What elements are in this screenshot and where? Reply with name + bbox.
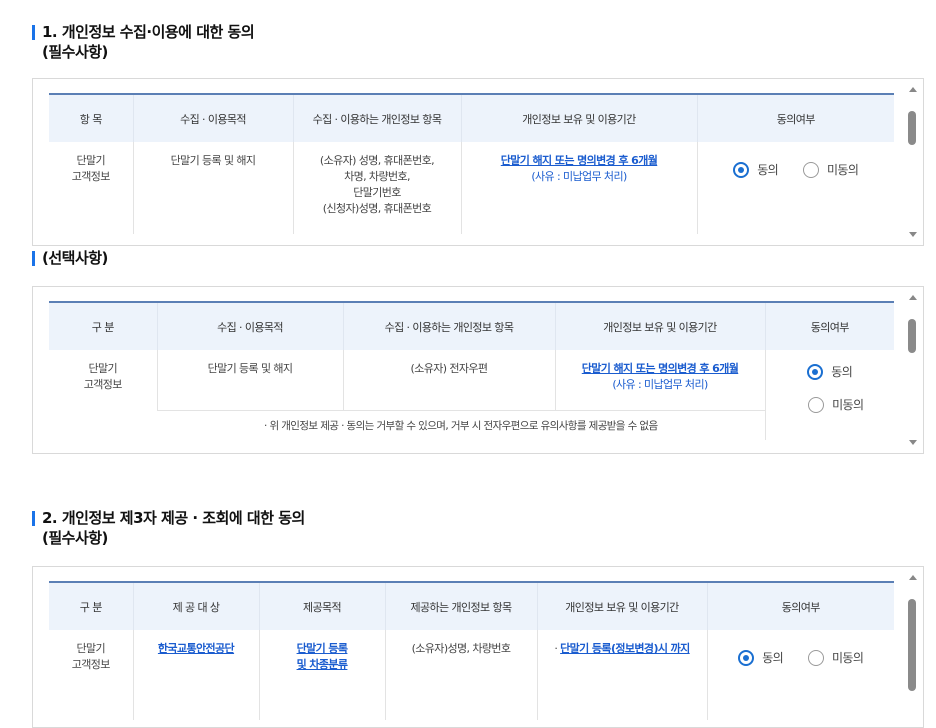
optional-title: (선택사항) xyxy=(32,248,108,268)
agree-label: 동의 xyxy=(762,651,784,665)
optional-table-box[interactable]: 구 분 수집 · 이용목적 수집 · 이용하는 개인정보 항목 개인정보 보유 … xyxy=(32,286,924,454)
category-line1: 단말기 xyxy=(76,642,106,655)
agree-label: 동의 xyxy=(831,365,853,379)
radio-checked-icon xyxy=(807,364,824,380)
category-line1: 단말기 xyxy=(76,154,106,167)
retention-link[interactable]: 단말기 해지 또는 명의변경 후 6개월 xyxy=(463,153,696,169)
section1-table-box[interactable]: 항 목 수집 · 이용목적 수집 · 이용하는 개인정보 항목 개인정보 보유 … xyxy=(32,78,924,246)
header-provided-items: 제공하는 개인정보 항목 xyxy=(384,581,537,630)
agree-radio[interactable]: 동의 xyxy=(733,162,779,178)
purpose-cell: 단말기 등록 및 차종분류 xyxy=(258,630,385,720)
header-retention: 개인정보 보유 및 이용기간 xyxy=(536,581,707,630)
disagree-radio[interactable]: 미동의 xyxy=(802,162,859,178)
agree-radio[interactable]: 동의 xyxy=(738,650,784,666)
optional-notice: · 위 개인정보 제공 · 동의는 거부할 수 있으며, 거부 시 전자우편으로… xyxy=(157,409,765,440)
items-line: (소유자) 성명, 휴대폰번호, xyxy=(319,154,435,167)
section2-title: 2. 개인정보 제3자 제공 · 조회에 대한 동의 (필수사항) xyxy=(32,508,305,548)
header-category: 구 분 xyxy=(49,581,133,630)
items-cell: (소유자) 전자우편 xyxy=(342,350,555,410)
section1-scrollbar[interactable] xyxy=(903,79,923,245)
header-item: 항 목 xyxy=(49,93,133,142)
section2-scrollbar[interactable] xyxy=(903,567,923,727)
recipient-link[interactable]: 한국교통안전공단 xyxy=(158,642,235,655)
retention-cell: 단말기 해지 또는 명의변경 후 6개월 (사유 : 미납업무 처리) xyxy=(554,350,765,410)
items-cell: (소유자) 성명, 휴대폰번호, 차명, 차량번호, 단말기번호 (신청자)성명… xyxy=(292,142,461,234)
title-accent-bar xyxy=(32,511,35,526)
section1-table: 항 목 수집 · 이용목적 수집 · 이용하는 개인정보 항목 개인정보 보유 … xyxy=(49,93,894,234)
section1-required-label: (필수사항) xyxy=(42,43,108,61)
header-purpose: 수집 · 이용목적 xyxy=(156,301,343,350)
title-accent-bar xyxy=(32,251,35,266)
scroll-down-icon[interactable] xyxy=(909,232,917,237)
retention-note: (사유 : 미납업무 처리) xyxy=(612,378,708,391)
section2-table-box[interactable]: 구 분 제 공 대 상 제공목적 제공하는 개인정보 항목 개인정보 보유 및 … xyxy=(32,566,924,728)
header-consent: 동의여부 xyxy=(706,581,894,630)
category-cell: 단말기 고객정보 xyxy=(49,350,157,440)
section1-title: 1. 개인정보 수집·이용에 대한 동의 (필수사항) xyxy=(32,22,255,62)
section2-table: 구 분 제 공 대 상 제공목적 제공하는 개인정보 항목 개인정보 보유 및 … xyxy=(49,581,894,720)
radio-unchecked-icon xyxy=(802,162,819,178)
consent-cell: 동의 미동의 xyxy=(706,630,894,720)
purpose-link-line1[interactable]: 단말기 등록 xyxy=(261,641,384,657)
purpose-cell: 단말기 등록 및 해지 xyxy=(132,142,293,234)
disagree-radio[interactable]: 미동의 xyxy=(807,650,864,666)
scroll-thumb[interactable] xyxy=(908,319,916,353)
disagree-label: 미동의 xyxy=(831,651,864,665)
retention-link[interactable]: 단말기 등록(정보변경)시 까지 xyxy=(560,642,690,655)
scroll-thumb[interactable] xyxy=(908,111,916,145)
category-line2: 고객정보 xyxy=(83,378,123,391)
category-line1: 단말기 xyxy=(88,362,118,375)
radio-checked-icon xyxy=(733,162,750,178)
items-line: 차명, 차량번호, xyxy=(344,170,410,183)
items-line: 단말기번호 xyxy=(353,186,401,199)
header-collected-items: 수집 · 이용하는 개인정보 항목 xyxy=(292,93,461,142)
disagree-label: 미동의 xyxy=(826,163,859,177)
scroll-up-icon[interactable] xyxy=(909,87,917,92)
header-consent: 동의여부 xyxy=(696,93,894,142)
category-cell: 단말기 고객정보 xyxy=(49,630,133,720)
retention-note: (사유 : 미납업무 처리) xyxy=(531,170,627,183)
optional-title-text: (선택사항) xyxy=(42,249,108,267)
category-line2: 고객정보 xyxy=(71,170,111,183)
consent-cell: 동의 미동의 xyxy=(696,142,894,234)
header-retention: 개인정보 보유 및 이용기간 xyxy=(554,301,765,350)
retention-cell: · 단말기 등록(정보변경)시 까지 xyxy=(536,630,707,720)
header-retention: 개인정보 보유 및 이용기간 xyxy=(460,93,697,142)
purpose-link-line2[interactable]: 및 차종분류 xyxy=(261,657,384,673)
section2-required-label: (필수사항) xyxy=(42,529,108,547)
scroll-down-icon[interactable] xyxy=(909,440,917,445)
retention-cell: 단말기 해지 또는 명의변경 후 6개월 (사유 : 미납업무 처리) xyxy=(460,142,697,234)
items-cell: (소유자)성명, 차량번호 xyxy=(384,630,537,720)
scroll-up-icon[interactable] xyxy=(909,295,917,300)
title-accent-bar xyxy=(32,25,35,40)
scroll-up-icon[interactable] xyxy=(909,575,917,580)
header-purpose: 수집 · 이용목적 xyxy=(132,93,293,142)
optional-scrollbar[interactable] xyxy=(903,287,923,453)
disagree-label: 미동의 xyxy=(832,398,864,412)
recipient-cell: 한국교통안전공단 xyxy=(132,630,259,720)
header-collected-items: 수집 · 이용하는 개인정보 항목 xyxy=(342,301,555,350)
category-line2: 고객정보 xyxy=(71,658,111,671)
section2-title-text: 2. 개인정보 제3자 제공 · 조회에 대한 동의 xyxy=(42,509,305,527)
radio-checked-icon xyxy=(738,650,755,666)
disagree-radio[interactable]: 미동의 xyxy=(808,397,864,413)
radio-unchecked-icon xyxy=(807,650,824,666)
radio-unchecked-icon xyxy=(808,397,825,413)
optional-table: 구 분 수집 · 이용목적 수집 · 이용하는 개인정보 항목 개인정보 보유 … xyxy=(49,301,894,440)
header-purpose: 제공목적 xyxy=(258,581,385,630)
header-recipient: 제 공 대 상 xyxy=(132,581,259,630)
consent-cell: 동의 미동의 xyxy=(764,350,894,440)
category-cell: 단말기 고객정보 xyxy=(49,142,133,234)
agree-label: 동의 xyxy=(757,163,779,177)
retention-link[interactable]: 단말기 해지 또는 명의변경 후 6개월 xyxy=(557,361,764,377)
items-line: (신청자)성명, 휴대폰번호 xyxy=(322,202,432,215)
section1-title-text: 1. 개인정보 수집·이용에 대한 동의 xyxy=(42,23,255,41)
purpose-cell: 단말기 등록 및 해지 xyxy=(156,350,343,410)
header-category: 구 분 xyxy=(49,301,157,350)
scroll-thumb[interactable] xyxy=(908,599,916,691)
header-consent: 동의여부 xyxy=(764,301,894,350)
agree-radio[interactable]: 동의 xyxy=(807,364,853,380)
